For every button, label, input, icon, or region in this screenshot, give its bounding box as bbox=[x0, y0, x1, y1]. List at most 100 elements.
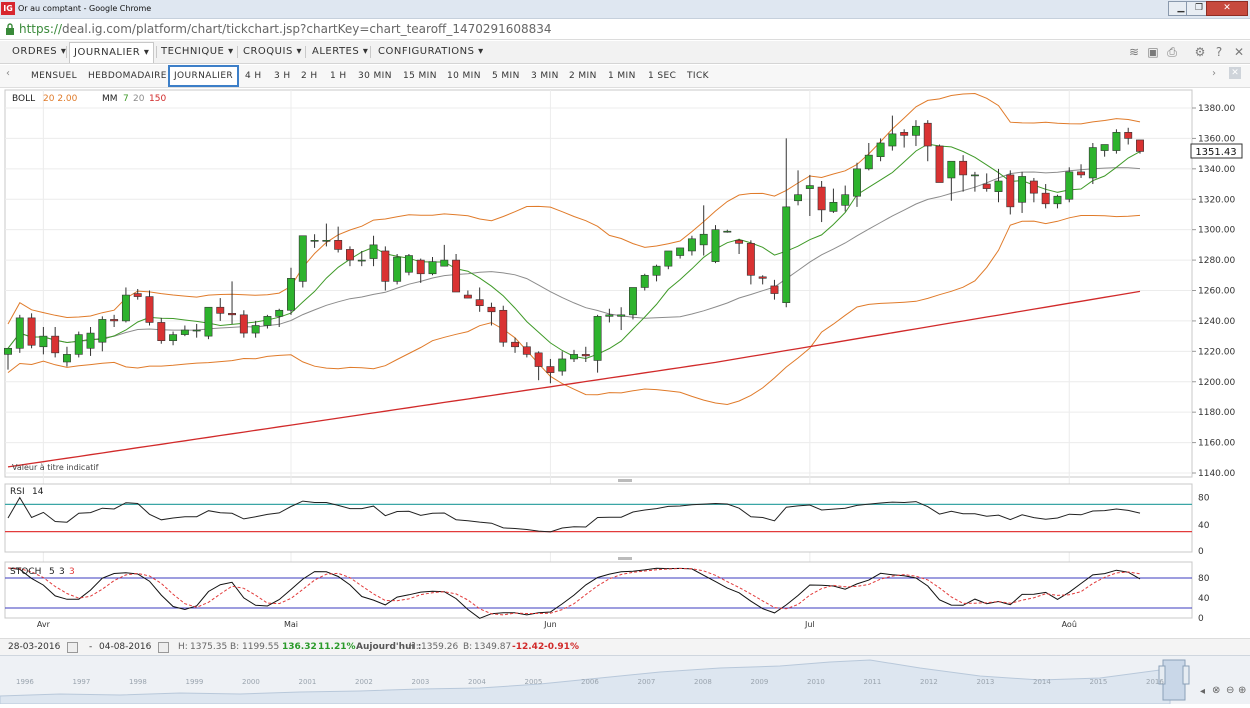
candle-bear bbox=[511, 341, 519, 348]
timeframe-5min[interactable]: 5 MIN bbox=[490, 68, 522, 84]
chevron-down-icon: ▾ bbox=[228, 46, 234, 57]
help-icon[interactable]: ? bbox=[1212, 46, 1226, 58]
close-icon[interactable]: ✕ bbox=[1206, 1, 1248, 16]
chevron-right-icon[interactable]: › bbox=[1212, 68, 1216, 79]
timeframe-tick[interactable]: TICK bbox=[685, 68, 711, 84]
url-text[interactable]: https://deal.ig.com/platform/chart/tickc… bbox=[19, 19, 552, 39]
status-bar: 28-03-2016 - 04-08-2016 H: 1375.35 B: 11… bbox=[0, 638, 1250, 655]
menu-ordres[interactable]: ORDRES ▾ bbox=[8, 44, 70, 60]
low-value: 1199.55 bbox=[242, 642, 280, 652]
timeframe-15min[interactable]: 15 MIN bbox=[401, 68, 439, 84]
ig-logo-icon: IG bbox=[1, 2, 15, 15]
candle-bull bbox=[829, 201, 838, 212]
stoch-legend-p1: 5 bbox=[49, 567, 55, 577]
candle-bull bbox=[287, 278, 295, 311]
candle-bull bbox=[1065, 171, 1074, 200]
calendar-icon[interactable] bbox=[158, 642, 169, 653]
image-icon[interactable]: ▣ bbox=[1146, 46, 1160, 58]
stoch-tick-label: 80 bbox=[1198, 574, 1210, 584]
print-icon[interactable]: ⎙ bbox=[1165, 46, 1179, 58]
end-date[interactable]: 04-08-2016 bbox=[99, 639, 151, 655]
close-icon[interactable]: ✕ bbox=[1232, 46, 1246, 58]
panel-resize-handle[interactable] bbox=[618, 479, 632, 482]
menu-technique[interactable]: TECHNIQUE ▾ bbox=[157, 44, 238, 60]
timeframe-3min[interactable]: 3 MIN bbox=[529, 68, 561, 84]
high-label: H: bbox=[178, 642, 188, 652]
menu-separator bbox=[370, 46, 371, 58]
layers-icon[interactable]: ≋ bbox=[1127, 46, 1141, 58]
navigator-year-label: 2003 bbox=[411, 678, 430, 686]
navigator-year-label: 1999 bbox=[185, 678, 204, 686]
zoom-out-icon[interactable]: ⊖ bbox=[1226, 685, 1234, 696]
price-tick-label: 1240.00 bbox=[1198, 317, 1235, 327]
mm-legend-name[interactable]: MM bbox=[102, 94, 118, 104]
url-scheme: https:// bbox=[19, 22, 63, 36]
start-date[interactable]: 28-03-2016 bbox=[8, 639, 60, 655]
close-panel-icon[interactable]: ✕ bbox=[1229, 67, 1241, 79]
candle-bull bbox=[605, 314, 614, 317]
mm-legend-p3: 150 bbox=[149, 94, 166, 104]
address-bar[interactable]: https://deal.ig.com/platform/chart/tickc… bbox=[0, 19, 1250, 40]
boll-legend-params: 20 2.00 bbox=[43, 94, 78, 104]
candle-bear bbox=[381, 250, 390, 282]
high-value: 1375.35 bbox=[190, 642, 228, 652]
candle-bear bbox=[1136, 139, 1144, 152]
timeframe-1sec[interactable]: 1 SEC bbox=[646, 68, 678, 84]
rsi-legend-name[interactable]: RSI bbox=[10, 487, 25, 497]
menu-configurations[interactable]: CONFIGURATIONS ▾ bbox=[374, 44, 488, 60]
history-navigator[interactable]: 1996 1997 1998 1999 2000 2001 2002 2003 2004 2005… bbox=[0, 655, 1250, 705]
candle-bear bbox=[534, 352, 543, 367]
timeframe-1h[interactable]: 1 H bbox=[328, 68, 349, 84]
menu-croquis[interactable]: CROQUIS ▾ bbox=[239, 44, 306, 60]
timeframe-2min[interactable]: 2 MIN bbox=[567, 68, 599, 84]
timeframe-3h[interactable]: 3 H bbox=[272, 68, 293, 84]
rsi-legend-params: 14 bbox=[32, 487, 44, 497]
price-chart[interactable]: 1140.00 1160.00 1180.00 1200.00 1220.00 1240.… bbox=[0, 88, 1250, 655]
zoom-in-icon[interactable]: ⊕ bbox=[1238, 685, 1246, 696]
price-tick-label: 1140.00 bbox=[1198, 469, 1235, 479]
panel-resize-handle[interactable] bbox=[618, 557, 632, 560]
today-low-value: 1349.87 bbox=[474, 642, 512, 652]
candle-bull bbox=[805, 185, 814, 189]
candle-bull bbox=[723, 230, 732, 233]
candle-bear bbox=[923, 122, 932, 147]
current-price-marker: 1351.43 bbox=[1190, 143, 1243, 159]
timeframe-1min[interactable]: 1 MIN bbox=[606, 68, 638, 84]
mm-legend-p1: 7 bbox=[123, 94, 129, 104]
navigator-right-handle[interactable] bbox=[1182, 665, 1190, 685]
candle-bear bbox=[735, 240, 744, 244]
candle-bull bbox=[180, 329, 189, 335]
scroll-left-icon[interactable]: ◂ bbox=[1200, 686, 1205, 697]
candle-bear bbox=[959, 160, 968, 176]
timeframe-30min[interactable]: 30 MIN bbox=[356, 68, 394, 84]
chart-area[interactable]: 1140.00 1160.00 1180.00 1200.00 1220.00 1240.… bbox=[0, 88, 1250, 655]
candle-bull bbox=[794, 194, 802, 202]
candle-bear bbox=[935, 145, 944, 183]
candle-bear bbox=[522, 346, 531, 355]
timeframe-mensuel[interactable]: MENSUEL bbox=[29, 68, 79, 84]
stoch-legend-name[interactable]: STOCH bbox=[10, 567, 41, 577]
navigator-year-label: 2004 bbox=[468, 678, 486, 686]
menu-alertes[interactable]: ALERTES ▾ bbox=[308, 44, 372, 60]
candle-bear bbox=[746, 243, 755, 276]
candle-bull bbox=[322, 240, 331, 242]
gear-icon[interactable]: ⚙ bbox=[1193, 46, 1207, 58]
boll-legend-name[interactable]: BOLL bbox=[12, 94, 35, 104]
stoch-legend-p2: 3 bbox=[59, 567, 65, 577]
timeframe-2h[interactable]: 2 H bbox=[299, 68, 320, 84]
chevron-left-icon[interactable]: ‹ bbox=[6, 68, 10, 79]
main-menubar: ORDRES ▾ JOURNALIER ▾ TECHNIQUE ▾ CROQUI… bbox=[0, 41, 1250, 64]
candle-bull bbox=[15, 317, 24, 349]
candle-bear bbox=[27, 317, 36, 346]
calendar-icon[interactable] bbox=[67, 642, 78, 653]
link-icon[interactable]: ⊗ bbox=[1212, 685, 1220, 696]
candle-bear bbox=[581, 354, 590, 357]
timeframe-10min[interactable]: 10 MIN bbox=[445, 68, 483, 84]
lock-icon bbox=[6, 23, 14, 35]
timeframe-4h[interactable]: 4 H bbox=[243, 68, 264, 84]
candle-bear bbox=[900, 132, 909, 136]
timeframe-journalier[interactable]: JOURNALIER bbox=[168, 65, 240, 87]
timeframe-hebdomadaire[interactable]: HEBDOMADAIRE bbox=[86, 68, 169, 84]
menu-journalier[interactable]: JOURNALIER ▾ bbox=[69, 42, 155, 63]
candle-bull bbox=[298, 235, 307, 282]
